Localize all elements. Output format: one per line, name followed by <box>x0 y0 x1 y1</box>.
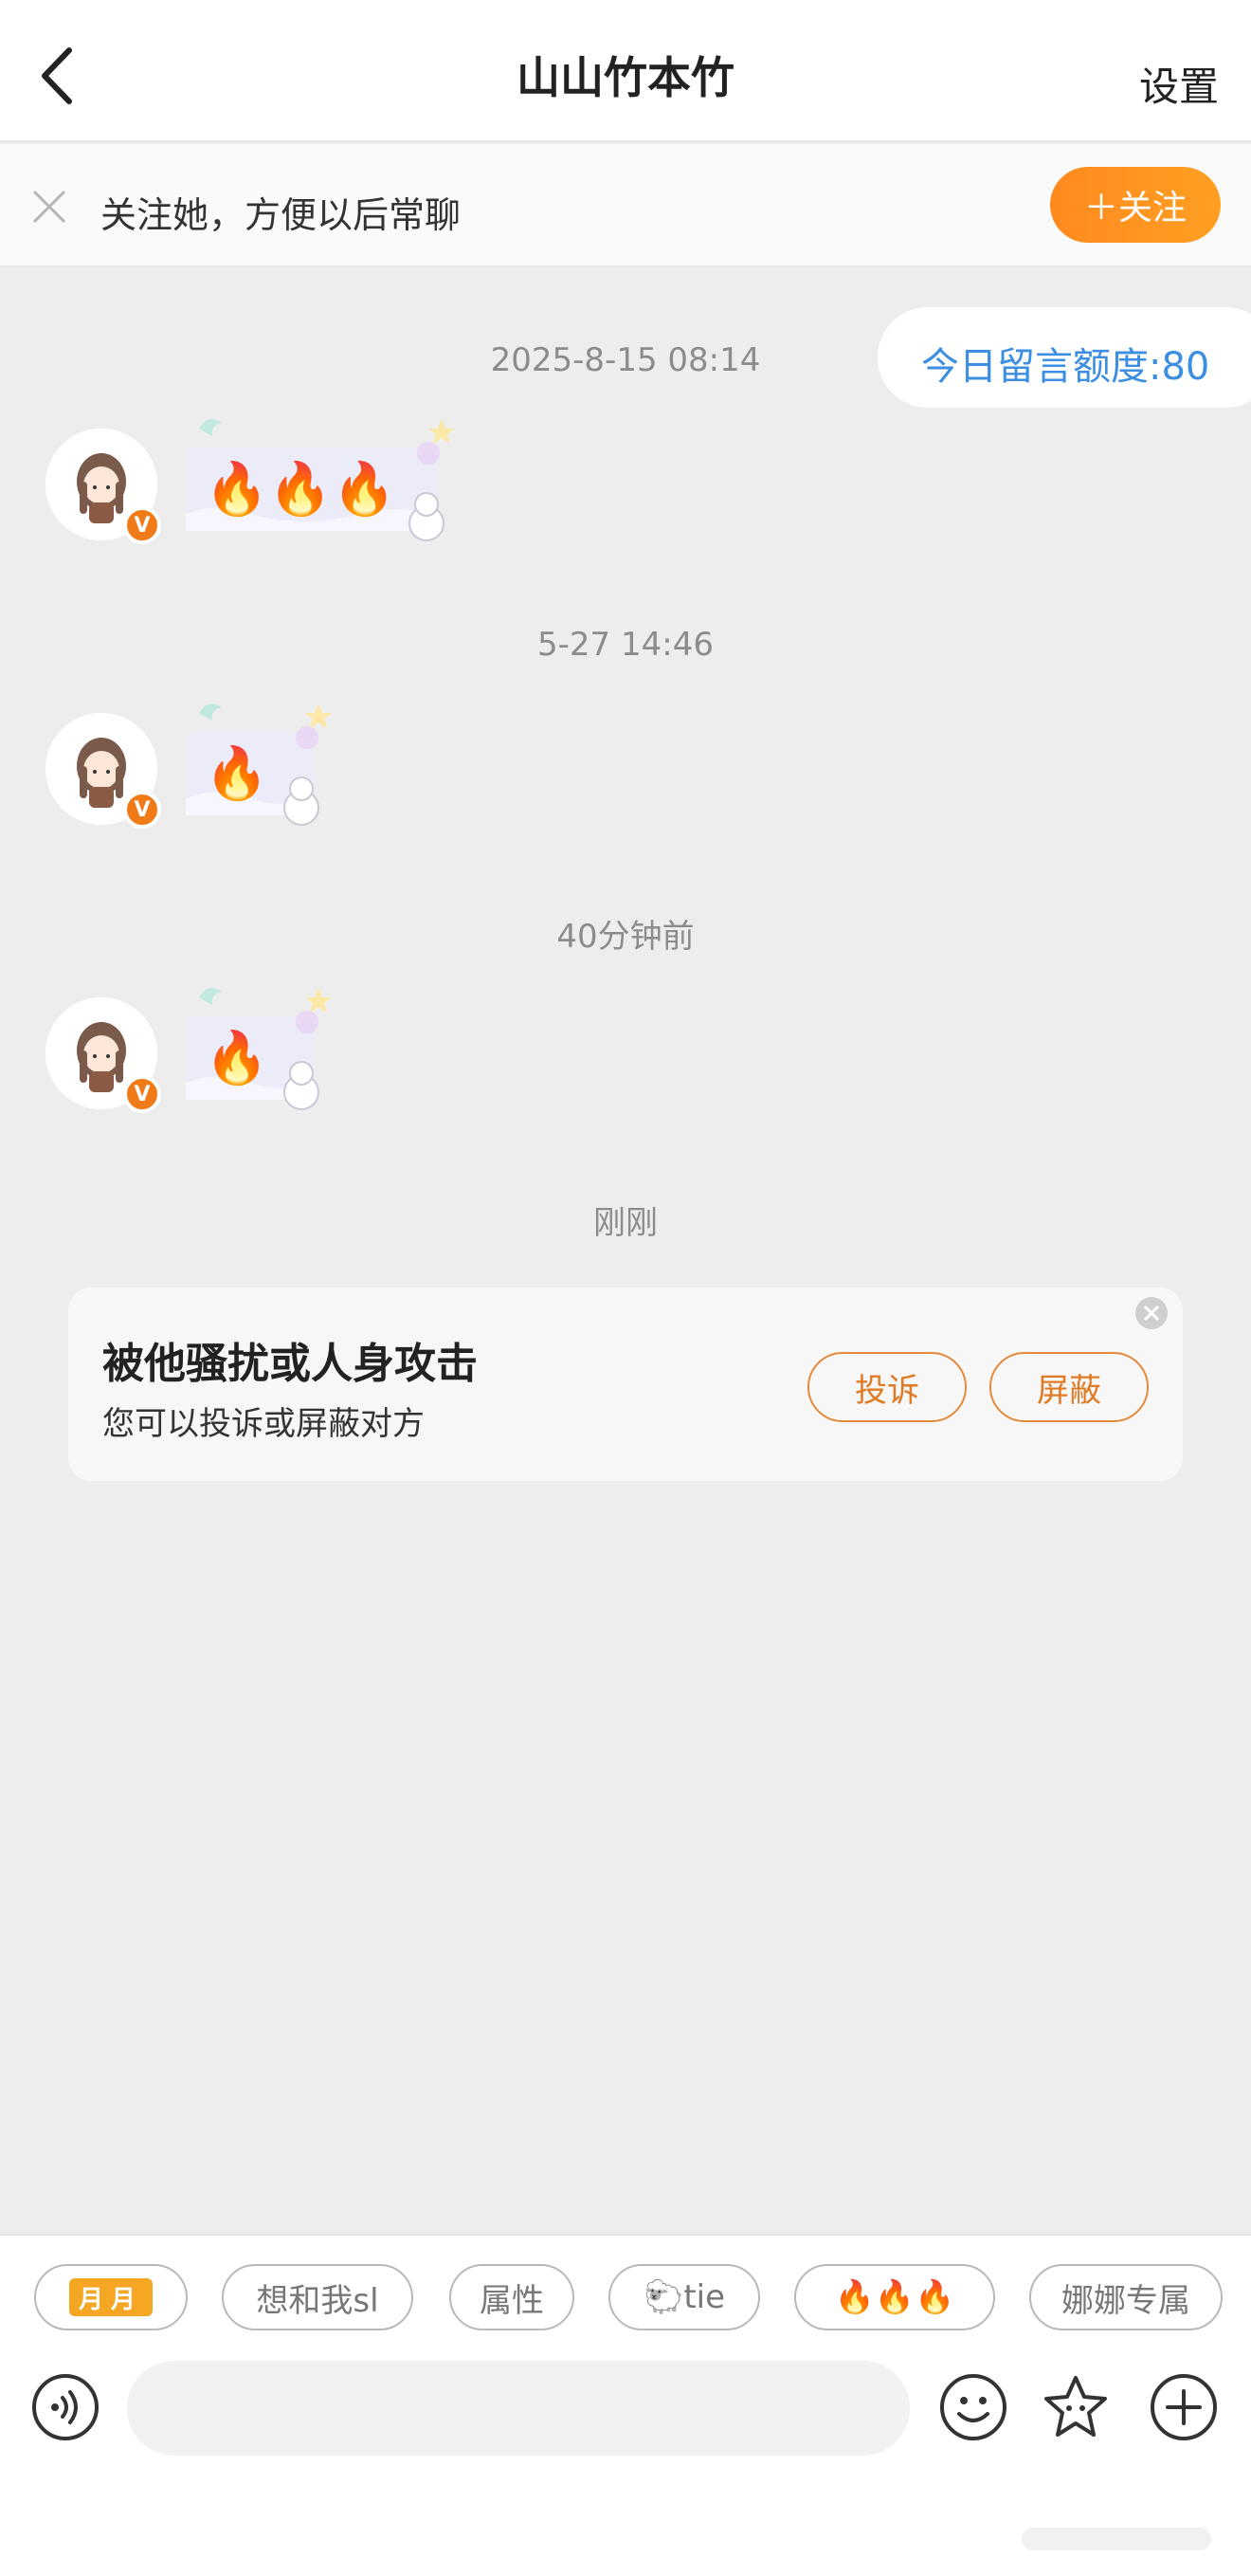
report-card-subtitle: 您可以投诉或屏蔽对方 <box>102 1405 425 1443</box>
message-timestamp: 刚刚 <box>593 1204 658 1242</box>
report-card-title: 被他骚扰或人身攻击 <box>102 1340 478 1388</box>
sticker-message[interactable]: 🔥🔥🔥 <box>180 410 474 561</box>
watermark-icon <box>1022 2528 1211 2550</box>
quick-reply-chip[interactable]: 属性 <box>449 2264 574 2330</box>
page-title: 山山竹本竹 <box>517 52 734 103</box>
message-timestamp: 2025-8-15 08:14 <box>490 341 761 379</box>
sticker-message[interactable]: 🔥 <box>180 978 341 1130</box>
emoji-icon[interactable] <box>938 2372 1008 2442</box>
follow-button[interactable]: ＋关注 <box>1050 167 1221 243</box>
message-input[interactable] <box>127 2361 910 2456</box>
close-icon[interactable] <box>1133 1295 1169 1331</box>
close-icon[interactable] <box>28 186 70 228</box>
quick-reply-chip[interactable]: 想和我sl <box>222 2264 413 2330</box>
verified-badge-icon: V <box>123 791 161 829</box>
avatar[interactable]: V <box>45 997 161 1113</box>
settings-button[interactable]: 设置 <box>1139 55 1219 113</box>
follow-banner: 关注她，方便以后常聊 ＋关注 <box>0 144 1251 267</box>
sticker-message[interactable]: 🔥 <box>180 694 341 846</box>
quick-reply-chip[interactable]: 娜娜专属 <box>1029 2264 1223 2330</box>
fire-emoji: 🔥 <box>205 743 269 803</box>
report-button[interactable]: 投诉 <box>807 1352 967 1422</box>
harassment-report-card: 被他骚扰或人身攻击 您可以投诉或屏蔽对方 投诉 屏蔽 <box>68 1288 1183 1481</box>
voice-icon[interactable] <box>30 2372 100 2442</box>
navigation-header: 山山竹本竹 设置 <box>0 0 1251 142</box>
quick-reply-chip[interactable]: 🔥🔥🔥 <box>794 2264 995 2330</box>
verified-badge-icon: V <box>123 1075 161 1113</box>
message-timestamp: 5-27 14:46 <box>537 626 714 664</box>
fire-emoji: 🔥 <box>205 1028 269 1087</box>
avatar[interactable]: V <box>45 429 161 544</box>
quick-reply-label: 月月 <box>69 2278 153 2316</box>
verified-badge-icon: V <box>123 506 161 544</box>
avatar[interactable]: V <box>45 713 161 829</box>
block-button[interactable]: 屏蔽 <box>989 1352 1149 1422</box>
quick-reply-chip[interactable]: 月月 <box>34 2264 188 2330</box>
fire-emoji: 🔥🔥🔥 <box>205 459 396 519</box>
star-sticker-icon[interactable] <box>1041 2372 1111 2442</box>
follow-prompt-text: 关注她，方便以后常聊 <box>100 194 462 236</box>
plus-icon[interactable] <box>1149 2372 1219 2442</box>
message-timestamp: 40分钟前 <box>556 918 695 956</box>
quick-reply-chip[interactable]: 🐑tie <box>608 2264 760 2330</box>
